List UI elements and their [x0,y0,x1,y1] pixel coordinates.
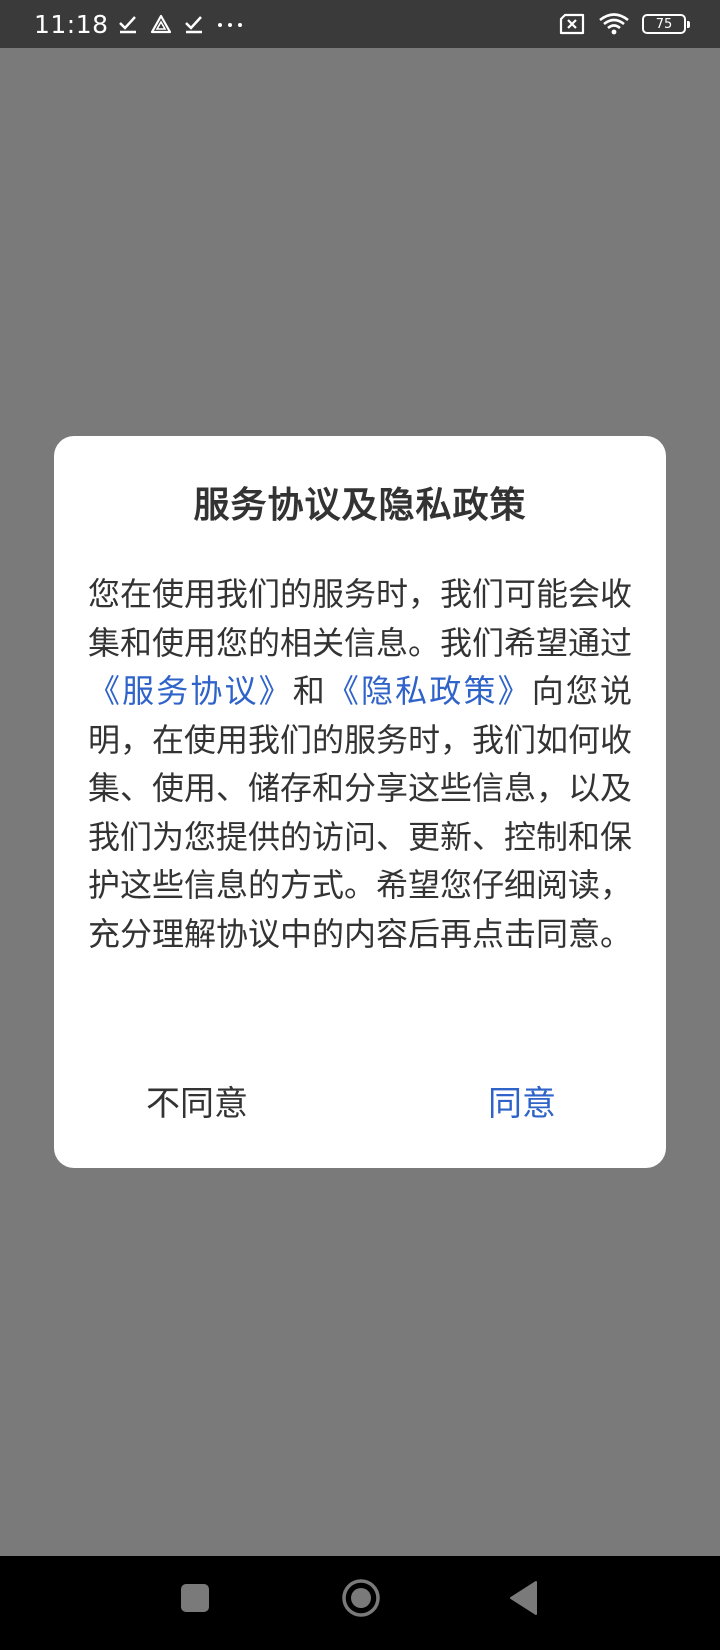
status-time: 11:18 [34,9,109,39]
check-icon [183,13,205,35]
body-text-part3: 向您说明，在使用我们的服务时，我们如何收集、使用、储存和分享这些信息，以及我们为… [88,672,633,953]
agree-button[interactable]: 同意 [488,1076,556,1125]
back-icon[interactable] [508,1580,538,1616]
sim-blocked-icon [558,13,586,35]
service-agreement-link[interactable]: 《服务协议》 [88,672,293,710]
dialog-title: 服务协议及隐私政策 [193,485,527,526]
battery-icon: 75 [642,14,690,34]
status-bar: 11:18 75 [0,0,720,48]
dialog-body: 您在使用我们的服务时，我们可能会收集和使用您的相关信息。我们希望通过《服务协议》… [88,570,632,958]
home-icon[interactable] [341,1578,381,1618]
privacy-dialog: 服务协议及隐私政策 您在使用我们的服务时，我们可能会收集和使用您的相关信息。我们… [54,436,666,1168]
recent-apps-icon[interactable] [180,1583,210,1613]
navigation-bar [0,1556,720,1650]
check-icon [117,13,139,35]
wifi-icon [598,12,630,36]
status-right: 75 [546,12,690,36]
body-text-part2: 和 [292,672,327,710]
body-text-part1: 您在使用我们的服务时，我们可能会收集和使用您的相关信息。我们希望通过 [88,575,633,662]
privacy-policy-link[interactable]: 《隐私政策》 [327,672,532,710]
triangle-warning-icon [149,13,173,35]
battery-level: 75 [655,16,673,32]
more-dots-icon [215,13,245,35]
disagree-button[interactable]: 不同意 [146,1076,248,1125]
status-left: 11:18 [34,10,255,39]
